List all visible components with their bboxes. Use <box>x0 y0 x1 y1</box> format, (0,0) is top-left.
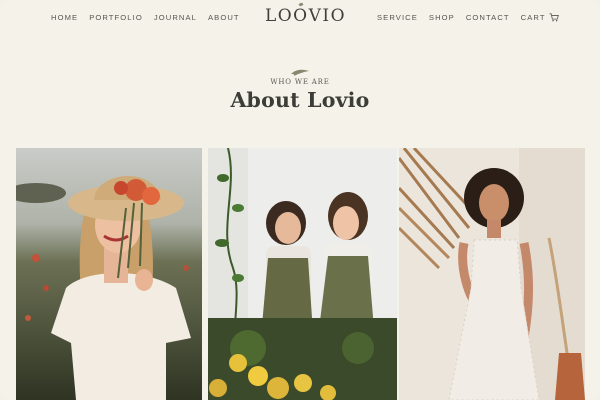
nav-cart-link[interactable]: CART <box>521 13 559 22</box>
eyebrow-text: WHO WE ARE <box>270 78 330 86</box>
photo-woman-hat-image <box>16 148 202 400</box>
nav-service-link[interactable]: SERVICE <box>377 13 418 22</box>
leaf-icon <box>291 69 309 76</box>
logo-letter: O <box>293 6 309 26</box>
gallery-photo-two-women[interactable] <box>208 148 397 400</box>
gallery-photo-lace-dress[interactable] <box>399 148 585 400</box>
page: HOME PORTFOLIO JOURNAL ABOUT LOOVIO SERV… <box>0 0 600 400</box>
nav-shop-link[interactable]: SHOP <box>429 13 455 22</box>
photo-lace-dress-image <box>399 148 585 400</box>
logo-leaf-letter: O <box>293 6 308 26</box>
logo-letter: VIO <box>308 6 347 26</box>
logo-letter: O <box>277 6 294 26</box>
gallery-photo-woman-hat[interactable] <box>16 148 202 400</box>
page-title: About Lovio <box>230 88 370 112</box>
nav-contact-link[interactable]: CONTACT <box>466 13 510 22</box>
section-eyebrow: WHO WE ARE <box>0 68 600 86</box>
photo-two-women-image <box>208 148 397 400</box>
cart-icon <box>549 13 559 22</box>
header-nav: HOME PORTFOLIO JOURNAL ABOUT LOOVIO SERV… <box>0 0 600 36</box>
photo-gallery <box>16 148 585 400</box>
cart-label: CART <box>520 13 546 22</box>
logo-letter: L <box>264 6 278 26</box>
nav-right: SERVICE SHOP CONTACT CART <box>377 13 559 22</box>
